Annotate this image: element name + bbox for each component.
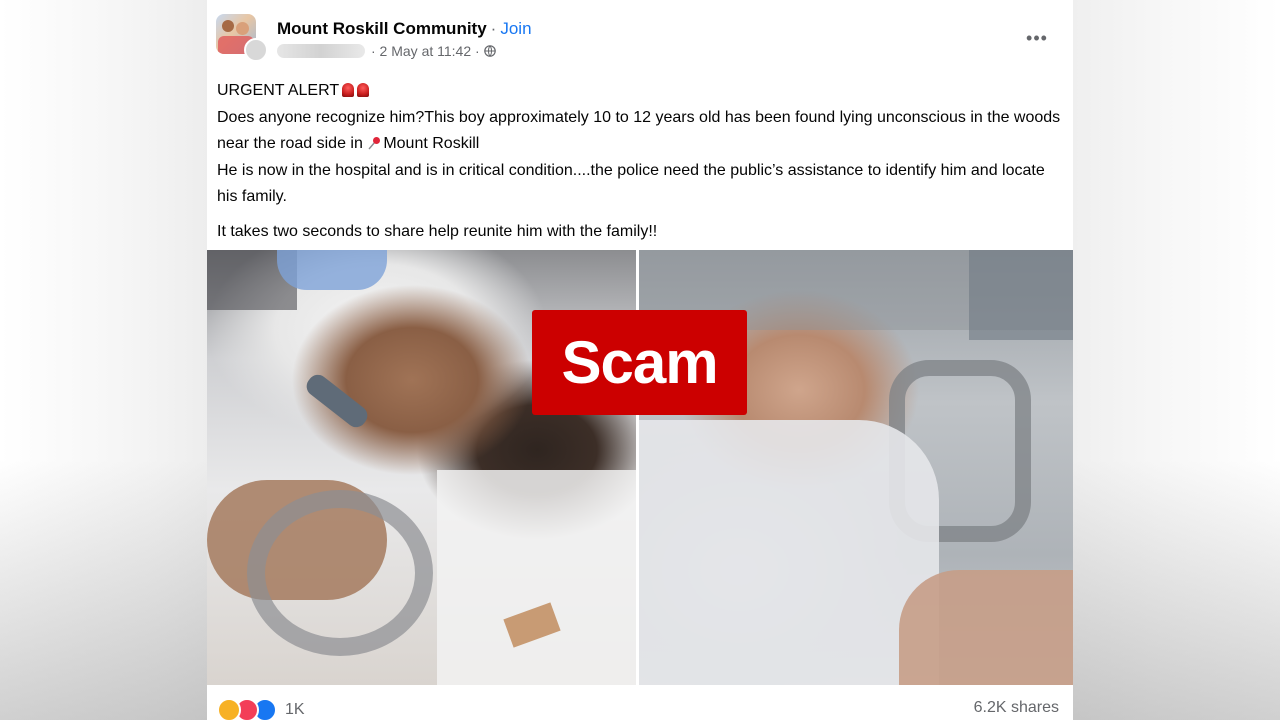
author-name-blurred[interactable] (277, 44, 365, 58)
post-header: Mount Roskill Community · Join · 2 May at … (207, 0, 1073, 70)
share-text: It takes two seconds to share help reuni… (217, 222, 658, 240)
alert-text: URGENT ALERT (217, 82, 340, 99)
background-shade-right (1073, 460, 1280, 720)
facebook-post: Mount Roskill Community · Join · 2 May at … (207, 0, 1073, 720)
siren-emoji-icon (342, 83, 355, 97)
description-paragraph-1: Does anyone recognize him?This boy appro… (217, 105, 1063, 158)
author-avatar-blurred[interactable] (244, 38, 268, 62)
shares-count[interactable]: 6.2K shares (974, 699, 1059, 717)
description-text-b: He is now in the hospital and is in crit… (217, 161, 1045, 206)
share-call-to-action: It takes two seconds to share help reuni… (217, 219, 1063, 246)
title-separator: · (490, 19, 497, 38)
group-title-row: Mount Roskill Community · Join (277, 19, 532, 39)
siren-emoji-icon (357, 83, 370, 97)
more-options-icon: ••• (1026, 28, 1048, 48)
post-meta: · 2 May at 11:42 · (277, 43, 496, 59)
description-text-a: Does anyone recognize him?This boy appro… (217, 108, 1061, 153)
sad-reaction-icon (217, 698, 241, 720)
location-text: Mount Roskill (383, 135, 480, 152)
group-name-link[interactable]: Mount Roskill Community (277, 19, 487, 38)
reaction-summary[interactable]: 1K (217, 698, 305, 720)
alert-line: URGENT ALERT (217, 78, 1063, 105)
scam-overlay-label: Scam (532, 310, 747, 415)
description-paragraph-2: He is now in the hospital and is in crit… (217, 158, 1063, 211)
post-media[interactable]: Scam (207, 250, 1073, 685)
globe-icon (483, 45, 496, 57)
post-body: URGENT ALERT Does anyone recognize him?T… (217, 78, 1063, 245)
background-shade-left (0, 460, 207, 720)
post-footer: 1K 6.2K shares (207, 685, 1073, 720)
pin-emoji-icon (368, 137, 381, 150)
join-link[interactable]: Join (500, 19, 531, 38)
reaction-count[interactable]: 1K (285, 701, 305, 719)
post-timestamp[interactable]: · 2 May at 11:42 · (371, 43, 480, 59)
more-options-button[interactable]: ••• (1019, 24, 1055, 52)
scam-label-text: Scam (561, 328, 718, 396)
